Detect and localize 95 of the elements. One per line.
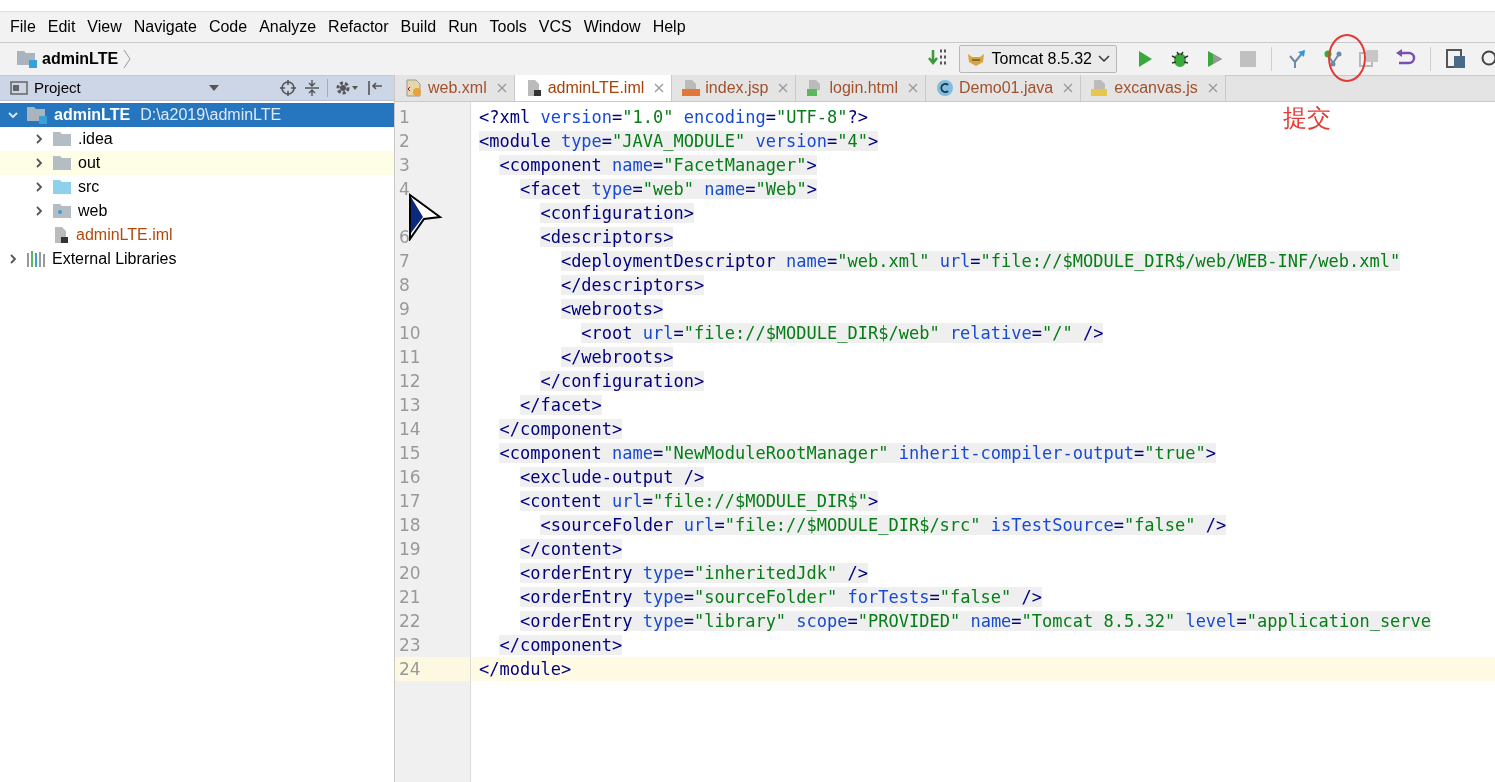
- menu-item[interactable]: Code: [202, 15, 254, 39]
- menu-item[interactable]: Tools: [483, 15, 533, 39]
- line-number: 14: [399, 419, 421, 439]
- line-number: 22: [399, 611, 421, 631]
- line-number: 8: [399, 275, 410, 295]
- module-folder-icon: [26, 106, 48, 124]
- menu-item[interactable]: Run: [442, 15, 484, 39]
- tree-label: out: [78, 153, 101, 173]
- editor-tab[interactable]: web.xml: [395, 75, 515, 101]
- web-folder-icon: [52, 203, 72, 219]
- hide-panel-icon[interactable]: [366, 79, 384, 97]
- chevron-right-icon: [122, 48, 133, 70]
- project-icon: [10, 80, 28, 96]
- dropdown-caret-icon[interactable]: [209, 84, 219, 92]
- editor-tab[interactable]: excanvas.js: [1081, 75, 1226, 101]
- jsp-file-icon: [682, 79, 701, 97]
- tree-label: adminLTE: [54, 105, 131, 125]
- chevron-right-icon[interactable]: [33, 205, 45, 217]
- folder-icon: [52, 155, 72, 171]
- editor-tab[interactable]: adminLTE.iml: [514, 75, 673, 101]
- run-configuration-dropdown[interactable]: Tomcat 8.5.32: [958, 45, 1117, 73]
- line-number: 6: [399, 227, 410, 247]
- line-number: 12: [399, 371, 421, 391]
- editor-tab[interactable]: Demo01.java: [925, 75, 1082, 101]
- line-number: 7: [399, 251, 410, 271]
- chevron-right-icon[interactable]: [7, 253, 19, 265]
- tree-label: web: [78, 201, 108, 221]
- menu-item[interactable]: Analyze: [253, 15, 323, 39]
- chevron-down-icon[interactable]: [7, 109, 19, 121]
- line-number: 24: [399, 659, 421, 679]
- line-number: 17: [399, 491, 421, 511]
- line-number: 19: [399, 539, 421, 559]
- tree-item[interactable]: External Libraries: [0, 247, 394, 271]
- tree-path: D:\a2019\adminLTE: [140, 105, 282, 125]
- tree-item[interactable]: .idea: [0, 127, 394, 151]
- tree-label: src: [78, 177, 100, 197]
- folder-icon: [52, 131, 72, 147]
- menu-item[interactable]: VCS: [532, 15, 578, 39]
- folder-icon: [52, 179, 72, 195]
- collapse-all-icon[interactable]: [303, 79, 321, 97]
- js-file-icon: [1091, 79, 1110, 97]
- menu-item[interactable]: Navigate: [127, 15, 203, 39]
- line-number: 11: [399, 347, 421, 367]
- line-number: 21: [399, 587, 421, 607]
- code-line: <?xml version="1.0" encoding="UTF-8"?>: [479, 107, 869, 127]
- close-icon[interactable]: [653, 82, 666, 94]
- line-number: 1: [399, 107, 410, 127]
- tree-label: .idea: [78, 129, 113, 149]
- line-number: 23: [399, 635, 421, 655]
- editor-tab[interactable]: index.jsp: [672, 75, 797, 101]
- panel-title: Project: [34, 77, 81, 98]
- settings-icon[interactable]: [334, 79, 360, 97]
- cat-icon: [965, 51, 986, 67]
- line-number: 10: [399, 323, 421, 343]
- line-number: 2: [399, 131, 410, 151]
- class-icon: [935, 79, 954, 97]
- menu-item[interactable]: Edit: [41, 15, 82, 39]
- xml-file-icon: [405, 79, 423, 97]
- tree-label: adminLTE.iml: [76, 225, 173, 245]
- menu-item[interactable]: View: [81, 15, 128, 39]
- tree-label: External Libraries: [52, 249, 177, 269]
- file-icon: [52, 226, 70, 244]
- chevron-right-icon[interactable]: [33, 157, 45, 169]
- line-number: 18: [399, 515, 421, 535]
- tree-item[interactable]: adminLTE D:\a2019\adminLTE: [0, 103, 394, 127]
- line-number: 13: [399, 395, 421, 415]
- libraries-icon: [26, 251, 46, 267]
- breadcrumb-label: adminLTE: [42, 49, 119, 69]
- line-number: 15: [399, 443, 421, 463]
- line-number: 3: [399, 155, 410, 175]
- tree-item[interactable]: web: [0, 199, 394, 223]
- annotation-label: 提交: [1283, 103, 1331, 134]
- highlight-circle: [1328, 34, 1366, 82]
- line-number: 16: [399, 467, 421, 487]
- menu-item[interactable]: File: [4, 15, 42, 39]
- module-folder-icon: [16, 50, 38, 68]
- chevron-right-icon[interactable]: [33, 133, 45, 145]
- chevron-right-icon[interactable]: [33, 181, 45, 193]
- line-number: 9: [399, 299, 410, 319]
- tree-item[interactable]: adminLTE.iml: [0, 223, 394, 247]
- editor-tab[interactable]: login.html: [796, 75, 926, 101]
- menu-item[interactable]: Help: [646, 15, 692, 39]
- menu-item[interactable]: Window: [577, 15, 647, 39]
- code-line: </module>: [479, 659, 572, 679]
- menu-item[interactable]: Build: [394, 15, 443, 39]
- line-number: 4: [399, 179, 410, 199]
- tree-item[interactable]: out: [0, 151, 394, 175]
- menu-item[interactable]: Refactor: [322, 15, 395, 39]
- update-icon[interactable]: [1286, 48, 1308, 70]
- tree-item[interactable]: src: [0, 175, 394, 199]
- crosshair-icon[interactable]: [279, 79, 297, 97]
- breadcrumb[interactable]: adminLTE: [16, 47, 133, 71]
- chevron-down-icon: [1098, 54, 1110, 64]
- project-structure-icon[interactable]: [1445, 48, 1467, 70]
- line-number: 20: [399, 563, 421, 583]
